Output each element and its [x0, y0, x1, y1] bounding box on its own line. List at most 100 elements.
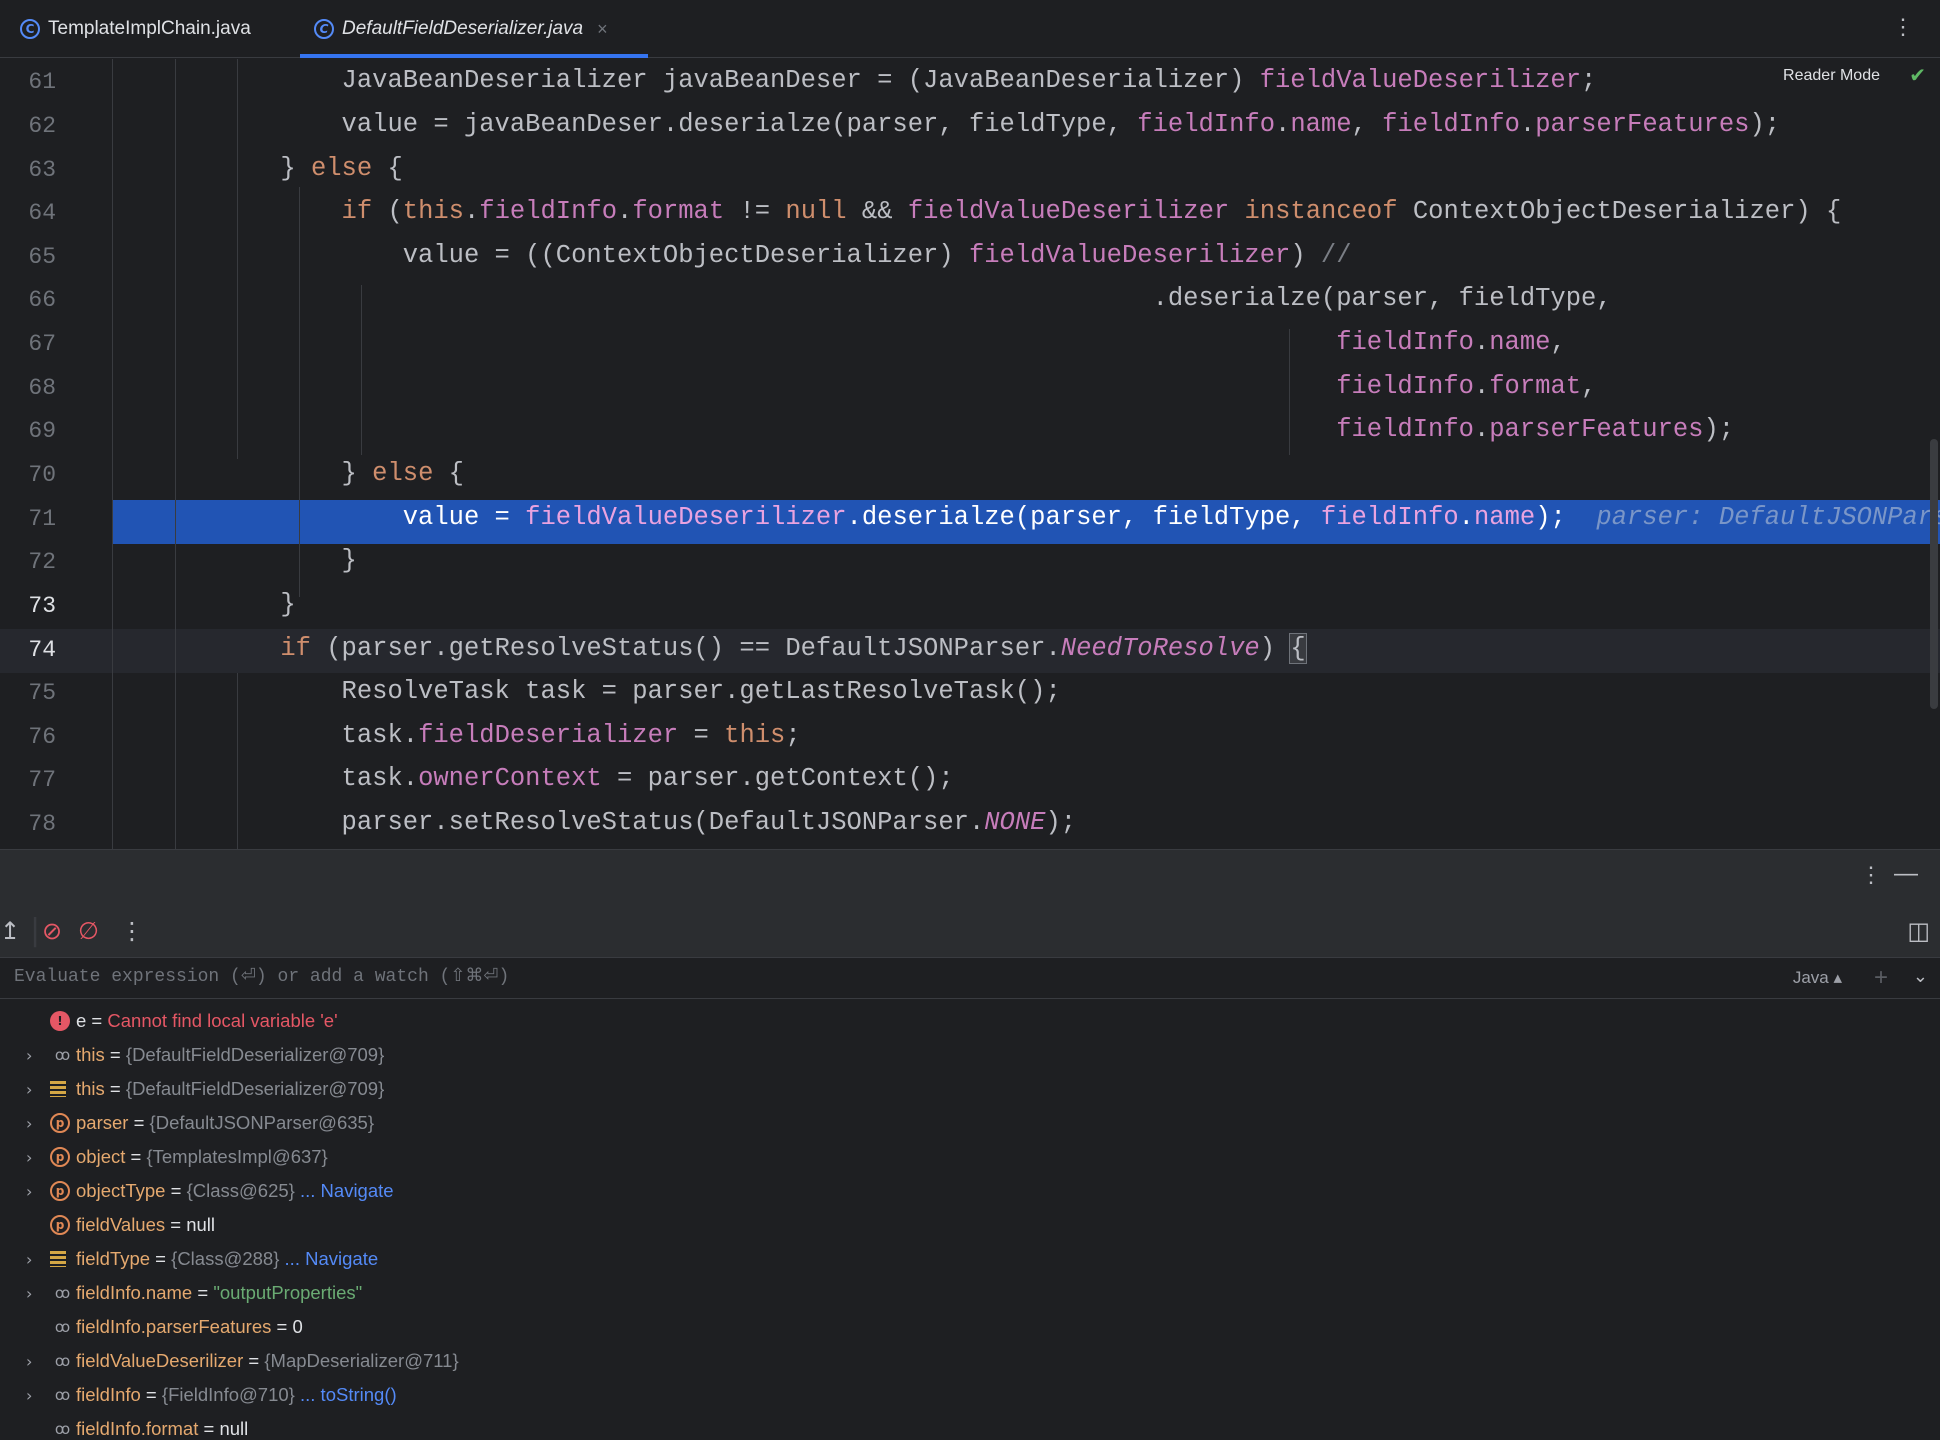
more-vertical-icon[interactable]: ⋮: [1860, 862, 1882, 888]
line-number-current[interactable]: 74: [0, 637, 56, 663]
variable-value: {DefaultJSONParser@635}: [149, 1112, 374, 1133]
watch-icon: oo: [54, 1318, 70, 1336]
chevron-right-icon[interactable]: ›: [26, 1386, 32, 1405]
variable-value: null: [186, 1214, 216, 1235]
variable-value: {DefaultFieldDeserializer@709}: [125, 1078, 385, 1099]
chevron-right-icon[interactable]: ›: [26, 1182, 32, 1201]
line-number[interactable]: 73: [0, 593, 56, 619]
chevron-right-icon[interactable]: ›: [26, 1352, 32, 1371]
code-line-78: parser.setResolveStatus(DefaultJSONParse…: [112, 808, 1077, 837]
variable-text: fieldValueDeserilizer = {MapDeserializer…: [76, 1350, 459, 1372]
line-number[interactable]: 67: [0, 331, 56, 357]
field-icon: [50, 1081, 66, 1097]
variable-row[interactable]: › this = {DefaultFieldDeserializer@709}: [0, 1072, 1940, 1106]
debug-panel-header: ⋮ —: [0, 849, 1940, 907]
chevron-right-icon[interactable]: ›: [26, 1046, 32, 1065]
line-number[interactable]: 63: [0, 157, 56, 183]
variable-link[interactable]: ... toString(): [295, 1384, 397, 1405]
chevron-right-icon[interactable]: ›: [26, 1284, 32, 1303]
line-number[interactable]: 75: [0, 680, 56, 706]
equals-sign: =: [86, 1010, 108, 1031]
inline-debug-hint: parser: DefaultJSONPars: [1596, 503, 1940, 532]
reader-mode-button[interactable]: Reader Mode: [1783, 67, 1880, 85]
variable-value: {FieldInfo@710}: [161, 1384, 295, 1405]
variable-value: 0: [292, 1316, 303, 1337]
line-number[interactable]: 68: [0, 375, 56, 401]
line-number[interactable]: 70: [0, 462, 56, 488]
variable-row[interactable]: › p object = {TemplatesImpl@637}: [0, 1140, 1940, 1174]
close-icon[interactable]: ×: [597, 19, 608, 40]
add-watch-icon[interactable]: +: [1874, 964, 1888, 992]
watch-icon: oo: [54, 1046, 70, 1064]
code-editor[interactable]: 61 62 63 64 65 66 67 68 69 70 71 72 73 7…: [0, 59, 1940, 849]
variable-name: this: [76, 1078, 105, 1099]
line-number[interactable]: 61: [0, 69, 56, 95]
code-line-64: if (this.fieldInfo.format != null && fie…: [341, 197, 1842, 226]
variable-row[interactable]: oo fieldInfo.format = null: [0, 1412, 1940, 1440]
variable-row[interactable]: › oo this = {DefaultFieldDeserializer@709}: [0, 1038, 1940, 1072]
equals-sign: =: [165, 1180, 187, 1201]
variable-row[interactable]: › oo fieldInfo.name = "outputProperties": [0, 1276, 1940, 1310]
language-selector[interactable]: Java ▴: [1793, 968, 1842, 988]
variable-text: this = {DefaultFieldDeserializer@709}: [76, 1044, 384, 1066]
line-number[interactable]: 62: [0, 113, 56, 139]
variable-name: fieldInfo.parserFeatures: [76, 1316, 272, 1337]
line-number-gutter[interactable]: 61 62 63 64 65 66 67 68 69 70 71 72 73 7…: [0, 59, 112, 849]
editor-scrollbar[interactable]: [1930, 439, 1938, 709]
equals-sign: =: [140, 1384, 162, 1405]
line-number[interactable]: 78: [0, 811, 56, 837]
line-number[interactable]: 69: [0, 418, 56, 444]
code-line-69: fieldInfo.parserFeatures);: [1336, 415, 1735, 444]
tab-templateimplchain[interactable]: C TemplateImplChain.java: [20, 0, 251, 58]
variable-text: this = {DefaultFieldDeserializer@709}: [76, 1078, 384, 1100]
line-number[interactable]: 77: [0, 767, 56, 793]
code-line-66: .deserialze(parser, fieldType,: [112, 284, 1612, 313]
variable-row[interactable]: › fieldType = {Class@288} ... Navigate: [0, 1242, 1940, 1276]
code-line-67: fieldInfo.name,: [1336, 328, 1566, 357]
variable-row[interactable]: oo fieldInfo.parserFeatures = 0: [0, 1310, 1940, 1344]
variable-link[interactable]: ... Navigate: [279, 1248, 379, 1269]
code-line-76: task.fieldDeserializer = this;: [112, 721, 801, 750]
evaluate-expression-input[interactable]: [14, 967, 1414, 987]
line-number[interactable]: 65: [0, 244, 56, 270]
variable-row[interactable]: p fieldValues = null: [0, 1208, 1940, 1242]
chevron-right-icon[interactable]: ›: [26, 1148, 32, 1167]
chevron-right-icon[interactable]: ›: [26, 1250, 32, 1269]
variable-text: objectType = {Class@625} ... Navigate: [76, 1180, 394, 1202]
variable-name: e: [76, 1010, 87, 1031]
line-number[interactable]: 71: [0, 506, 56, 532]
variable-row[interactable]: › oo fieldValueDeserilizer = {MapDeseriali…: [0, 1344, 1940, 1378]
mute-breakpoints-icon[interactable]: ∅: [78, 917, 99, 945]
chevron-right-icon[interactable]: ›: [26, 1114, 32, 1133]
variable-row[interactable]: › p objectType = {Class@625} ... Navigate: [0, 1174, 1940, 1208]
variable-row[interactable]: › oo fieldInfo = {FieldInfo@710} ... toStr…: [0, 1378, 1940, 1412]
layout-icon[interactable]: ◫: [1907, 917, 1930, 945]
editor-tab-bar: C TemplateImplChain.java C DefaultFieldD…: [0, 0, 1940, 58]
chevron-right-icon[interactable]: ›: [26, 1080, 32, 1099]
more-vertical-icon[interactable]: ⋮: [120, 917, 144, 945]
variable-text: fieldInfo.parserFeatures = 0: [76, 1316, 303, 1338]
line-number[interactable]: 66: [0, 287, 56, 313]
equals-sign: =: [128, 1112, 150, 1133]
tab-defaultfielddeserializer[interactable]: C DefaultFieldDeserializer.java ×: [300, 0, 648, 58]
variable-value: null: [219, 1418, 249, 1439]
code-line-70: } else {: [112, 459, 464, 488]
code-line-68: fieldInfo.format,: [1336, 372, 1597, 401]
chevron-down-icon[interactable]: ⌄: [1913, 966, 1928, 987]
variable-value: {MapDeserializer@711}: [264, 1350, 459, 1371]
variable-row[interactable]: › p parser = {DefaultJSONParser@635}: [0, 1106, 1940, 1140]
variable-link[interactable]: ... Navigate: [295, 1180, 394, 1201]
variable-row[interactable]: ! e = Cannot find local variable 'e': [0, 1004, 1940, 1038]
line-number[interactable]: 76: [0, 724, 56, 750]
more-vertical-icon[interactable]: ⋮: [1892, 14, 1914, 40]
line-number[interactable]: 64: [0, 200, 56, 226]
code-line-71: value = fieldValueDeserilizer.deserialze…: [112, 496, 1940, 540]
line-number[interactable]: 72: [0, 549, 56, 575]
code-line-77: task.ownerContext = parser.getContext();: [112, 764, 954, 793]
minimize-icon[interactable]: —: [1894, 860, 1918, 888]
checkmark-icon[interactable]: ✔: [1909, 63, 1926, 88]
variable-text: fieldValues = null: [76, 1214, 215, 1236]
step-out-icon[interactable]: ↥: [0, 917, 20, 945]
view-breakpoints-icon[interactable]: ⊘: [42, 917, 62, 945]
variable-text: e = Cannot find local variable 'e': [76, 1010, 338, 1032]
